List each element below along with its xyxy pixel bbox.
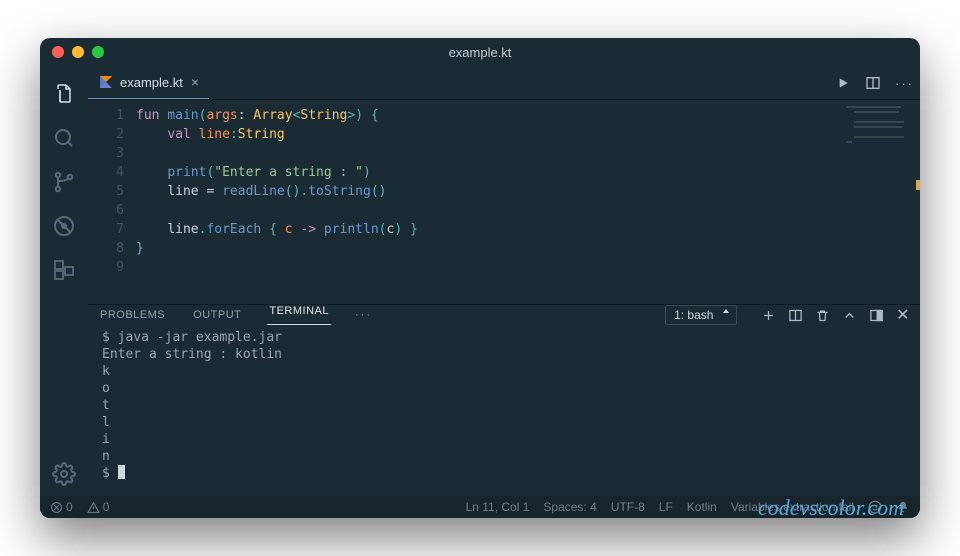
editor-group: example.kt × ··· 1 2 3 4 5 6 7 8 9 fun m… <box>88 66 920 496</box>
ide-window: example.kt <box>40 38 920 518</box>
kotlin-file-icon <box>98 74 114 90</box>
editor-more-icon[interactable]: ··· <box>895 76 914 91</box>
panel-more-icon[interactable]: ··· <box>355 309 372 321</box>
panel-tabs: PROBLEMS OUTPUT TERMINAL ··· 1: bash <box>88 305 920 325</box>
source-control-icon[interactable] <box>40 160 88 204</box>
code-content[interactable]: fun main(args: Array<String>) { val line… <box>136 100 418 304</box>
split-terminal-icon[interactable] <box>788 308 803 323</box>
panel-tab-output[interactable]: OUTPUT <box>191 309 243 321</box>
new-terminal-icon[interactable] <box>761 308 776 323</box>
window-title: example.kt <box>40 45 920 60</box>
overview-ruler-marker <box>916 180 920 190</box>
split-editor-icon[interactable] <box>865 75 881 91</box>
panel-tab-problems[interactable]: PROBLEMS <box>98 309 167 321</box>
terminal-cursor <box>118 465 125 479</box>
minimap[interactable] <box>846 104 916 164</box>
main-area: example.kt × ··· 1 2 3 4 5 6 7 8 9 fun m… <box>40 66 920 496</box>
close-panel-icon[interactable]: ✕ <box>896 305 910 325</box>
panel-action-icons: ✕ <box>761 305 910 325</box>
extensions-icon[interactable] <box>40 248 88 292</box>
run-icon[interactable] <box>835 75 851 91</box>
editor-actions: ··· <box>835 66 914 100</box>
toggle-panel-side-icon[interactable] <box>869 308 884 323</box>
watermark-text: codevscolor.com <box>758 499 904 516</box>
tab-example-kt[interactable]: example.kt × <box>88 66 209 99</box>
tab-label: example.kt <box>120 75 183 90</box>
debug-icon[interactable] <box>40 204 88 248</box>
explorer-icon[interactable] <box>40 72 88 116</box>
tab-close-icon[interactable]: × <box>191 74 199 90</box>
kill-terminal-icon[interactable] <box>815 308 830 323</box>
panel-tab-terminal[interactable]: TERMINAL <box>267 305 331 325</box>
line-gutter: 1 2 3 4 5 6 7 8 9 <box>88 100 136 304</box>
terminal-output[interactable]: $ java -jar example.jar Enter a string :… <box>88 325 920 518</box>
code-editor[interactable]: 1 2 3 4 5 6 7 8 9 fun main(args: Array<S… <box>88 100 920 304</box>
activity-bar <box>40 66 88 496</box>
status-errors[interactable]: 0 <box>50 500 73 514</box>
maximize-panel-icon[interactable] <box>842 308 857 323</box>
bottom-panel: PROBLEMS OUTPUT TERMINAL ··· 1: bash <box>88 304 920 496</box>
search-icon[interactable] <box>40 116 88 160</box>
settings-gear-icon[interactable] <box>40 452 88 496</box>
titlebar: example.kt <box>40 38 920 66</box>
terminal-selector[interactable]: 1: bash <box>665 305 737 325</box>
editor-tabs: example.kt × ··· <box>88 66 920 100</box>
